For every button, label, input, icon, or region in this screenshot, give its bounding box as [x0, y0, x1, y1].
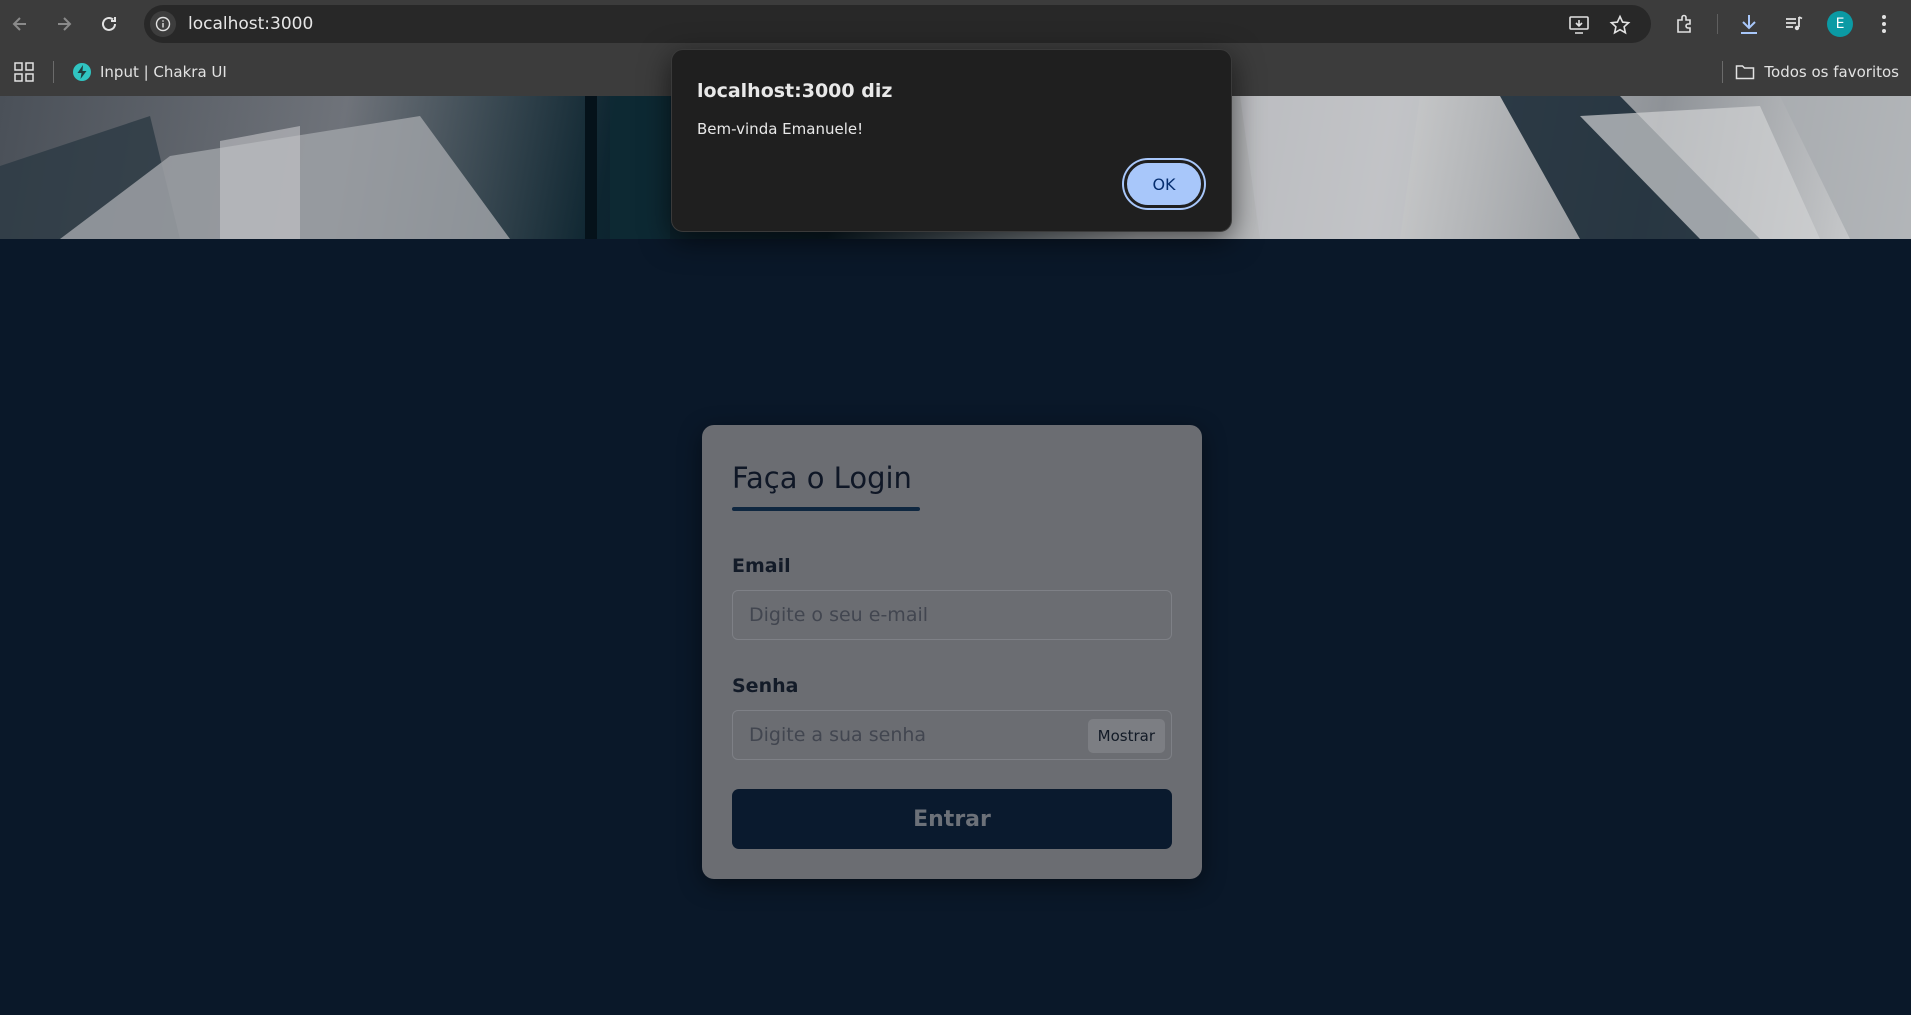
url-text[interactable]: localhost:3000	[188, 14, 313, 34]
address-bar[interactable]: localhost:3000	[144, 5, 1651, 43]
forward-arrow-icon	[58, 17, 72, 31]
apps-grid-icon[interactable]	[13, 61, 35, 83]
browser-toolbar: localhost:3000 E	[0, 0, 1911, 48]
login-title: Faça o Login	[732, 461, 912, 495]
login-card: Faça o Login Email Senha Mostrar Entrar	[702, 425, 1202, 879]
chakra-logo-icon	[73, 63, 91, 81]
alert-message: Bem-vinda Emanuele!	[697, 120, 864, 138]
alert-title: localhost:3000 diz	[697, 80, 893, 102]
email-label: Email	[732, 555, 791, 577]
media-controls-icon[interactable]	[1782, 12, 1806, 36]
all-bookmarks-label: Todos os favoritos	[1764, 63, 1899, 81]
bookmark-star-icon[interactable]	[1609, 14, 1631, 36]
folder-icon	[1736, 65, 1755, 80]
bookmarks-divider-right	[1722, 61, 1723, 83]
reload-icon	[102, 16, 116, 31]
email-input[interactable]	[733, 591, 1171, 639]
password-label: Senha	[732, 675, 799, 697]
extensions-icon[interactable]	[1673, 12, 1697, 36]
site-info-icon[interactable]	[150, 11, 176, 37]
install-app-icon[interactable]	[1568, 14, 1590, 36]
all-bookmarks-button[interactable]: Todos os favoritos	[1735, 58, 1899, 86]
password-field-wrapper: Mostrar	[732, 710, 1172, 760]
menu-kebab-icon[interactable]	[1872, 12, 1896, 36]
back-arrow-icon	[12, 17, 26, 31]
profile-avatar[interactable]: E	[1827, 11, 1853, 37]
title-underline	[732, 507, 920, 511]
login-submit-button[interactable]: Entrar	[732, 789, 1172, 849]
downloads-icon[interactable]	[1737, 12, 1761, 36]
email-field-wrapper	[732, 590, 1172, 640]
back-button[interactable]	[8, 12, 32, 36]
alert-dialog: localhost:3000 diz Bem-vinda Emanuele! O…	[671, 49, 1232, 232]
show-password-button[interactable]: Mostrar	[1087, 719, 1165, 753]
bookmarks-divider	[53, 61, 54, 83]
alert-ok-button[interactable]: OK	[1124, 160, 1204, 208]
reload-button[interactable]	[97, 12, 121, 36]
bookmark-label: Input | Chakra UI	[100, 63, 227, 81]
toolbar-divider	[1717, 14, 1718, 34]
bookmark-chakra-ui[interactable]: Input | Chakra UI	[72, 58, 227, 86]
forward-button[interactable]	[52, 12, 76, 36]
